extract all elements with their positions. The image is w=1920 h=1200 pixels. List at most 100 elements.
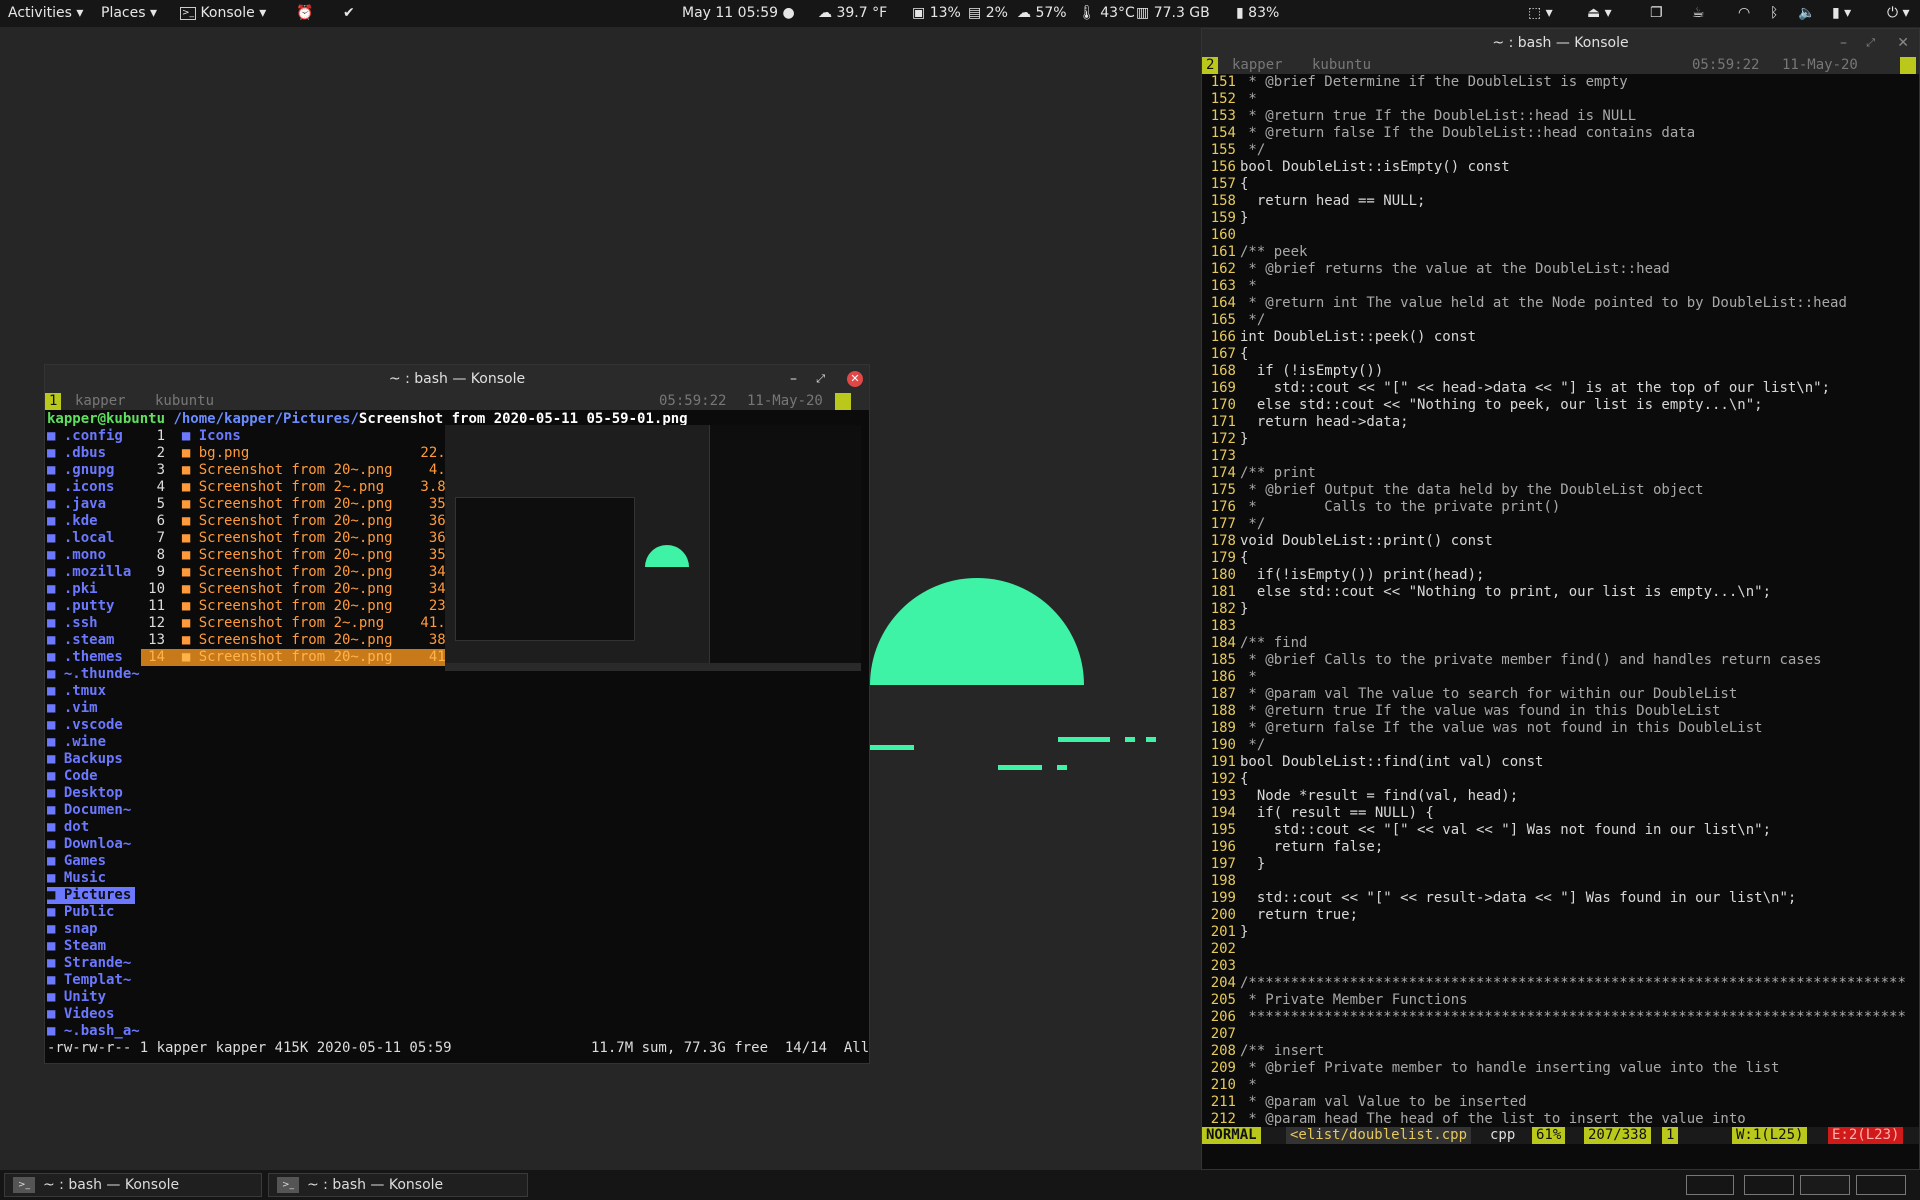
konsole-window-left[interactable]: ~ : bash — Konsole – ⤢ ✕ 1 kapper kubunt… <box>44 364 870 1064</box>
directory-item[interactable]: ■ dot <box>47 819 181 836</box>
directory-item[interactable]: ■ Downloa~ <box>47 836 181 853</box>
code-line[interactable]: 199 std::cout << "[" << result->data << … <box>1206 890 1906 907</box>
directory-item[interactable]: ■ Steam <box>47 938 181 955</box>
code-line[interactable]: 185 * @brief Calls to the private member… <box>1206 652 1906 669</box>
close-icon[interactable]: ✕ <box>1897 29 1909 57</box>
window-titlebar[interactable]: ~ : bash — Konsole – ⤢ ✕ <box>1202 29 1919 57</box>
code-line[interactable]: 188 * @return true If the value was foun… <box>1206 703 1906 720</box>
battery-icon[interactable]: ▮ ▾ <box>1832 0 1851 27</box>
code-line[interactable]: 195 std::cout << "[" << val << "] Was no… <box>1206 822 1906 839</box>
code-line[interactable]: 183 <box>1206 618 1906 635</box>
code-line[interactable]: 205 * Private Member Functions <box>1206 992 1906 1009</box>
code-line[interactable]: 169 std::cout << "[" << head->data << "]… <box>1206 380 1906 397</box>
taskbar-item-konsole-1[interactable]: >_ ~ : bash — Konsole <box>4 1173 262 1197</box>
file-item[interactable]: 7 ■ Screenshot from 20~.png362 K <box>141 530 475 547</box>
code-line[interactable]: 158 return head == NULL; <box>1206 193 1906 210</box>
code-line[interactable]: 193 Node *result = find(val, head); <box>1206 788 1906 805</box>
code-line[interactable]: 154 * @return false If the DoubleList::h… <box>1206 125 1906 142</box>
file-item[interactable]: 5 ■ Screenshot from 20~.png356 K <box>141 496 475 513</box>
code-line[interactable]: 153 * @return true If the DoubleList::he… <box>1206 108 1906 125</box>
file-item[interactable]: 3 ■ Screenshot from 20~.png4.7 M <box>141 462 475 479</box>
workspace-3[interactable] <box>1800 1175 1850 1195</box>
file-item[interactable]: 2 ■ bg.png22.2 K <box>141 445 475 462</box>
code-line[interactable]: 180 if(!isEmpty()) print(head); <box>1206 567 1906 584</box>
code-line[interactable]: 165 */ <box>1206 312 1906 329</box>
code-line[interactable]: 194 if( result == NULL) { <box>1206 805 1906 822</box>
code-line[interactable]: 151 * @brief Determine if the DoubleList… <box>1206 74 1906 91</box>
code-line[interactable]: 181 else std::cout << "Nothing to print,… <box>1206 584 1906 601</box>
code-line[interactable]: 175 * @brief Output the data held by the… <box>1206 482 1906 499</box>
power-icon[interactable]: ⏻ ▾ <box>1887 0 1910 27</box>
directory-item[interactable]: ■ Backups <box>47 751 181 768</box>
directory-item[interactable]: ■ Unity <box>47 989 181 1006</box>
code-line[interactable]: 174/** print <box>1206 465 1906 482</box>
file-item[interactable]: 8 ■ Screenshot from 20~.png350 K <box>141 547 475 564</box>
code-line[interactable]: 162 * @brief returns the value at the Do… <box>1206 261 1906 278</box>
code-line[interactable]: 177 */ <box>1206 516 1906 533</box>
workspace-4[interactable] <box>1856 1175 1906 1195</box>
code-line[interactable]: 196 return false; <box>1206 839 1906 856</box>
file-item[interactable]: 9 ■ Screenshot from 20~.png341 K <box>141 564 475 581</box>
alarm-clock-icon[interactable]: ⏰ <box>296 0 313 27</box>
code-line[interactable]: 206 ************************************… <box>1206 1009 1906 1026</box>
code-line[interactable]: 156 bool DoubleList::isEmpty() const <box>1206 159 1906 176</box>
directory-item[interactable]: ■ Documen~ <box>47 802 181 819</box>
code-line[interactable]: 163 * <box>1206 278 1906 295</box>
code-line[interactable]: 208/** insert <box>1206 1043 1906 1060</box>
cpu-indicator[interactable]: ▣ 13% <box>912 0 961 27</box>
directory-item[interactable]: ■ Videos <box>47 1006 181 1023</box>
bluetooth-icon[interactable]: ᛒ <box>1770 0 1778 27</box>
activities-button[interactable]: Activities ▾ <box>8 0 83 27</box>
swap-indicator[interactable]: ☁ 57% <box>1017 0 1067 27</box>
code-line[interactable]: 203 <box>1206 958 1906 975</box>
code-line[interactable]: 173 <box>1206 448 1906 465</box>
code-line[interactable]: 209 * @brief Private member to handle in… <box>1206 1060 1906 1077</box>
minimize-icon[interactable]: – <box>1840 29 1847 57</box>
directory-item[interactable]: ■ .wine <box>47 734 181 751</box>
code-line[interactable]: 167{ <box>1206 346 1906 363</box>
directory-item[interactable]: ■ ~.bash_a~ <box>47 1023 181 1040</box>
code-line[interactable]: 152 * <box>1206 91 1906 108</box>
maximize-icon[interactable]: ⤢ <box>1866 29 1875 57</box>
code-line[interactable]: 171 return head->data; <box>1206 414 1906 431</box>
code-line[interactable]: 189 * @return false If the value was not… <box>1206 720 1906 737</box>
temperature-indicator[interactable]: 🌡 43°C <box>1078 0 1135 27</box>
directory-item[interactable]: ■ Pictures <box>47 887 135 904</box>
clock[interactable]: May 11 05:59 ● <box>682 0 795 27</box>
windows-icon[interactable]: ❐ <box>1650 0 1663 27</box>
code-line[interactable]: 168 if (!isEmpty()) <box>1206 363 1906 380</box>
eject-icon[interactable]: ⏏ ▾ <box>1587 0 1612 27</box>
directory-item[interactable]: ■ Code <box>47 768 181 785</box>
code-line[interactable]: 161/** peek <box>1206 244 1906 261</box>
code-line[interactable]: 204/************************************… <box>1206 975 1906 992</box>
code-line[interactable]: 211 * @param val Value to be inserted <box>1206 1094 1906 1111</box>
file-item[interactable]: 11 ■ Screenshot from 20~.png235 K <box>141 598 475 615</box>
volume-icon[interactable]: 🔈 <box>1798 0 1815 27</box>
file-item[interactable]: 10 ■ Screenshot from 20~.png341 K <box>141 581 475 598</box>
screenshot-icon[interactable]: ⬚ ▾ <box>1528 0 1553 27</box>
code-line[interactable]: 157{ <box>1206 176 1906 193</box>
minimize-icon[interactable]: – <box>790 365 797 393</box>
close-icon[interactable]: ✕ <box>847 371 863 387</box>
battery-percent-indicator[interactable]: ▮ 83% <box>1236 0 1279 27</box>
code-line[interactable]: 190 */ <box>1206 737 1906 754</box>
file-item[interactable]: 1 ■ Icons4 <box>141 428 475 445</box>
code-line[interactable]: 159} <box>1206 210 1906 227</box>
workspace-1[interactable] <box>1686 1175 1734 1195</box>
code-line[interactable]: 155 */ <box>1206 142 1906 159</box>
file-item[interactable]: 6 ■ Screenshot from 20~.png362 K <box>141 513 475 530</box>
directory-item[interactable]: ■ .vscode <box>47 717 181 734</box>
code-line[interactable]: 166 int DoubleList::peek() const <box>1206 329 1906 346</box>
ranger-file-column[interactable]: 1 ■ Icons42 ■ bg.png22.2 K3 ■ Screenshot… <box>141 428 475 666</box>
file-item[interactable]: 4 ■ Screenshot from 2~.png3.86 M <box>141 479 475 496</box>
workspace-2[interactable] <box>1744 1175 1794 1195</box>
code-line[interactable]: 176 * Calls to the private print() <box>1206 499 1906 516</box>
code-line[interactable]: 201} <box>1206 924 1906 941</box>
taskbar-item-konsole-2[interactable]: >_ ~ : bash — Konsole <box>268 1173 528 1197</box>
directory-item[interactable]: ■ Desktop <box>47 785 181 802</box>
file-item[interactable]: 13 ■ Screenshot from 20~.png387 K <box>141 632 475 649</box>
weather-indicator[interactable]: ☁ 39.7 °F <box>818 0 887 27</box>
code-line[interactable]: 191 bool DoubleList::find(int val) const <box>1206 754 1906 771</box>
code-line[interactable]: 210 * <box>1206 1077 1906 1094</box>
directory-item[interactable]: ■ Strande~ <box>47 955 181 972</box>
